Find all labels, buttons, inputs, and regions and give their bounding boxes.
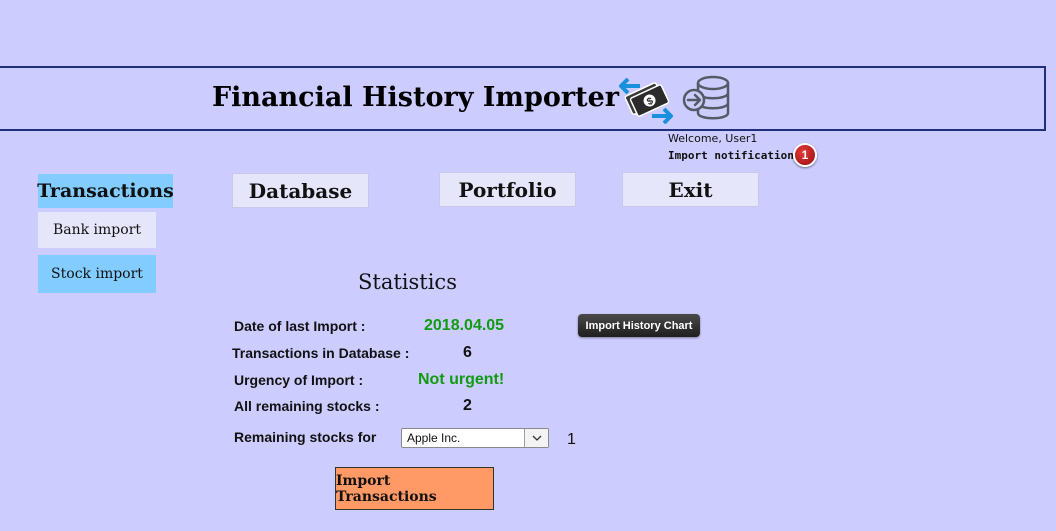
transactions-count-value: 6: [463, 344, 472, 361]
urgency-label: Urgency of Import :: [234, 372, 364, 388]
nav-transactions[interactable]: Transactions: [37, 174, 174, 208]
stock-import-button[interactable]: Stock import: [38, 255, 156, 293]
last-import-value: 2018.04.05: [424, 317, 505, 334]
app-title: Financial History Importer: [212, 82, 619, 113]
stock-select-value: Apple Inc.: [407, 431, 461, 445]
welcome-text: Welcome, User1: [668, 132, 758, 145]
stock-select[interactable]: Apple Inc.: [401, 428, 549, 448]
urgency-value: Not urgent!: [418, 371, 505, 388]
transactions-count-label: Transactions in Database :: [232, 345, 410, 361]
nav-exit[interactable]: Exit: [622, 172, 759, 207]
last-import-label: Date of last Import :: [234, 318, 366, 334]
database-import-icon: [682, 75, 730, 120]
chevron-down-icon[interactable]: [524, 429, 548, 447]
remaining-for-label: Remaining stocks for: [234, 429, 377, 445]
remaining-stocks-label: All remaining stocks :: [234, 398, 380, 414]
notification-badge[interactable]: 1: [793, 143, 817, 167]
money-transfer-icon: $: [619, 77, 673, 124]
remaining-stocks-value: 2: [463, 397, 472, 414]
nav-database[interactable]: Database: [232, 173, 369, 208]
remaining-for-value: 1: [567, 431, 576, 448]
import-notification-link[interactable]: Import notification: [668, 149, 794, 162]
statistics-title: Statistics: [358, 270, 457, 294]
import-history-chart-button[interactable]: Import History Chart: [578, 314, 700, 337]
nav-portfolio[interactable]: Portfolio: [439, 172, 576, 207]
import-transactions-button[interactable]: Import Transactions: [335, 467, 494, 510]
bank-import-button[interactable]: Bank import: [38, 212, 156, 248]
